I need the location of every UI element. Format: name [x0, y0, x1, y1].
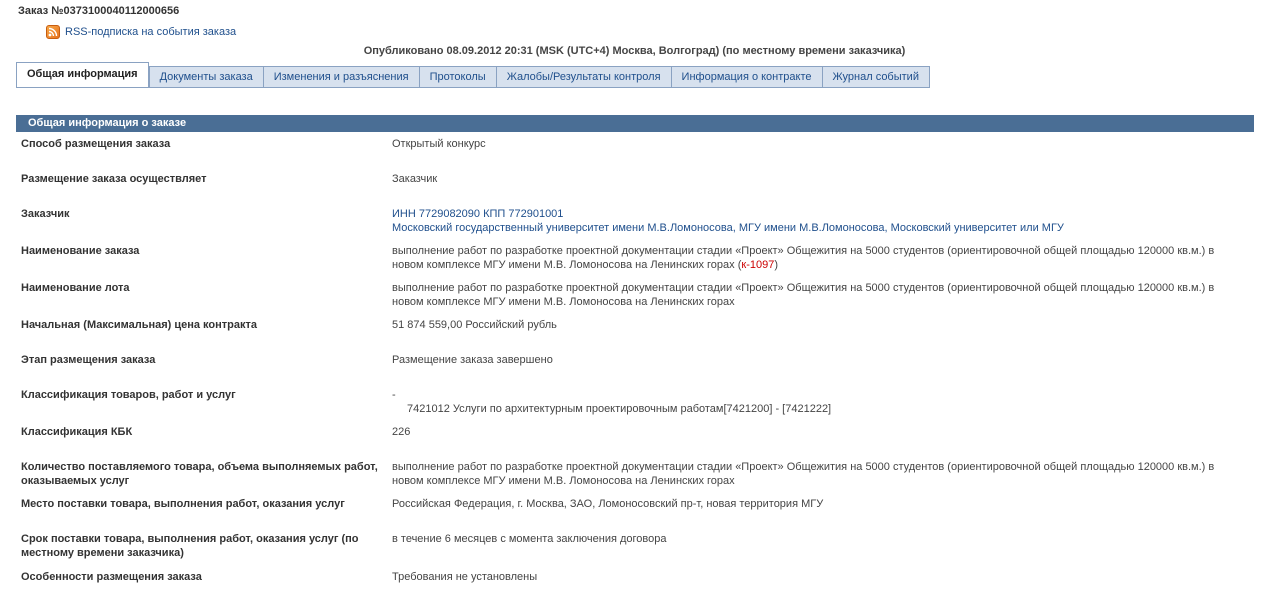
order-name-suffix: ) — [774, 259, 779, 271]
order-code: к-1097 — [741, 259, 775, 271]
field-value: выполнение работ по разработке проектной… — [392, 461, 1215, 487]
field-label: Классификация товаров, работ и услуг — [21, 389, 236, 401]
tab-changes[interactable]: Изменения и разъяснения — [263, 66, 420, 88]
field-value: - 7421012 Услуги по архитектурным проект… — [392, 388, 1222, 416]
field-value: Российская Федерация, г. Москва, ЗАО, Ло… — [392, 498, 824, 510]
rss-link[interactable]: RSS-подписка на события заказа — [65, 26, 236, 38]
customer-inn-link[interactable]: ИНН 7729082090 КПП 772901001 — [392, 208, 563, 220]
tab-general-info[interactable]: Общая информация — [16, 62, 149, 88]
field-label: Особенности размещения заказа — [21, 571, 202, 583]
field-value: в течение 6 месяцев с момента заключения… — [392, 533, 667, 545]
order-number: Заказ №0373100040112000656 — [18, 5, 180, 17]
order-name-text: выполнение работ по разработке проектной… — [392, 245, 1215, 271]
field-label: Размещение заказа осуществляет — [21, 173, 207, 185]
classification-item: 7421012 Услуги по архитектурным проектир… — [407, 403, 832, 415]
field-label: Наименование лота — [21, 282, 130, 294]
field-value: Открытый конкурс — [392, 138, 486, 150]
field-value: выполнение работ по разработке проектной… — [392, 244, 1222, 272]
field-value: Размещение заказа завершено — [392, 354, 553, 366]
tab-bar: Общая информация Документы заказа Измене… — [16, 62, 930, 88]
classification-dash: - — [392, 389, 396, 401]
field-label: Количество поставляемого товара, объема … — [21, 461, 378, 487]
field-label: Место поставки товара, выполнения работ,… — [21, 498, 345, 510]
field-label: Начальная (Максимальная) цена контракта — [21, 319, 258, 331]
field-value: 226 — [392, 426, 411, 438]
rss-subscription[interactable]: RSS-подписка на события заказа — [46, 25, 236, 39]
tab-protocols[interactable]: Протоколы — [419, 66, 497, 88]
customer-name-link[interactable]: Московский государственный университет и… — [392, 222, 1064, 234]
section-header: Общая информация о заказе — [16, 115, 1254, 132]
field-value: ИНН 7729082090 КПП 772901001 Московский … — [392, 207, 1222, 235]
field-label: Этап размещения заказа — [21, 354, 156, 366]
published-info: Опубликовано 08.09.2012 20:31 (MSK (UTC+… — [363, 45, 906, 57]
tab-order-documents[interactable]: Документы заказа — [148, 66, 264, 88]
field-label: Срок поставки товара, выполнения работ, … — [21, 533, 359, 559]
field-label: Наименование заказа — [21, 245, 140, 257]
field-label: Способ размещения заказа — [21, 138, 171, 150]
tab-complaints[interactable]: Жалобы/Результаты контроля — [496, 66, 672, 88]
field-value: выполнение работ по разработке проектной… — [392, 282, 1215, 308]
field-value: Требования не установлены — [392, 571, 538, 583]
field-label: Заказчик — [21, 208, 70, 220]
field-value: Заказчик — [392, 173, 438, 185]
tab-contract-info[interactable]: Информация о контракте — [671, 66, 823, 88]
field-value: 51 874 559,00 Российский рубль — [392, 319, 557, 331]
rss-icon[interactable] — [46, 25, 60, 39]
tab-event-log[interactable]: Журнал событий — [822, 66, 930, 88]
field-label: Классификация КБК — [21, 426, 133, 438]
